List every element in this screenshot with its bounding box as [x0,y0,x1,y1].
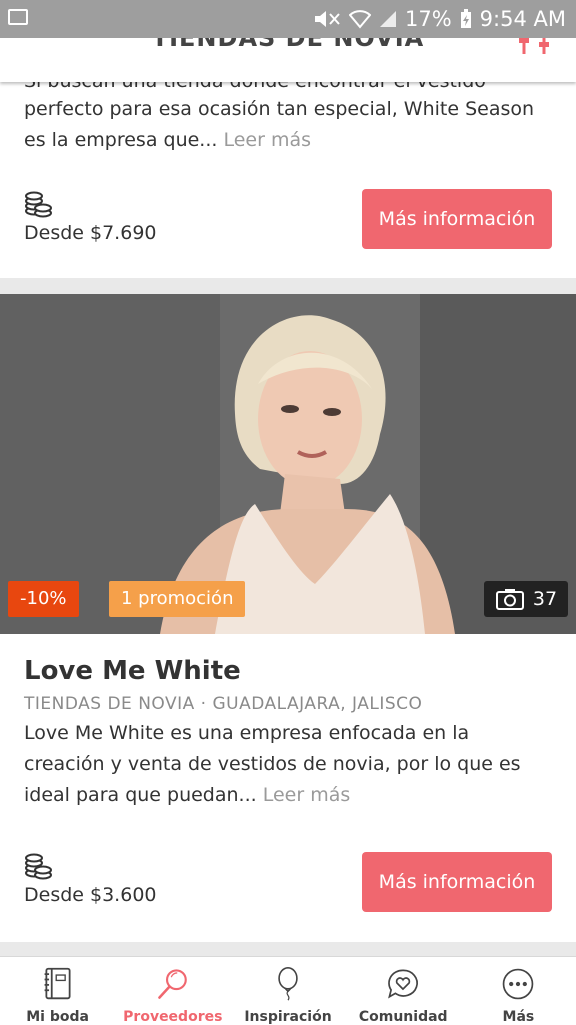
signal-icon [379,10,397,28]
nav-item-proveedores[interactable]: Proveedores [115,957,230,1025]
filter-icon[interactable] [516,38,556,60]
coins-icon [25,191,52,218]
camera-icon [495,589,524,610]
nav-item-mas[interactable]: Más [461,957,576,1025]
search-icon [157,969,187,999]
price-block: Desde $3.600 [24,852,157,906]
nav-label: Inspiración [244,1009,332,1025]
page-title: TIENDAS DE NOVIA [151,38,425,52]
more-icon [503,968,534,1000]
bottom-nav: Mi boda Proveedores Inspiración Comunida… [0,956,576,1025]
nav-label: Proveedores [123,1009,223,1025]
price-label: Desde $3.600 [24,884,157,906]
vendor-category-location: TIENDAS DE NOVIA · GUADALAJARA, JALISCO [24,694,423,714]
promotion-badge[interactable]: 1 promoción [109,581,246,617]
price-label: Desde $7.690 [24,222,157,244]
read-more-link[interactable]: Leer más [223,129,311,151]
vendor-description: perfecto para esa ocasión tan especial, … [0,94,576,156]
read-more-link[interactable]: Leer más [263,784,351,806]
more-info-button[interactable]: Más información [362,852,552,912]
mute-icon [313,9,341,29]
vendor-description: Love Me White es una empresa enfocada en… [0,718,576,811]
nav-item-inspiracion[interactable]: Inspiración [230,957,345,1025]
card-divider [0,278,576,294]
vendor-card[interactable]: Love Me White TIENDAS DE NOVIA · GUADALA… [0,634,576,942]
wifi-icon [348,9,371,29]
status-bar: 17% 9:54 AM [0,0,576,38]
balloon-icon [278,967,298,1001]
gallery-icon [8,9,28,25]
coins-icon [25,853,52,880]
nav-label: Mi boda [26,1009,89,1025]
vendor-photo[interactable]: -10% 1 promoción 37 [0,294,576,634]
price-block: Desde $7.690 [24,190,157,244]
app-header: TIENDAS DE NOVIA [0,38,576,82]
vendor-list: Si buscan una tienda donde encontrar el … [0,70,576,942]
clock: 9:54 AM [479,7,566,31]
nav-item-comunidad[interactable]: Comunidad [346,957,461,1025]
vendor-name[interactable]: Love Me White [24,656,552,686]
vendor-card[interactable]: Si buscan una tienda donde encontrar el … [0,70,576,278]
battery-level: 17% [404,7,452,31]
photo-count[interactable]: 37 [484,581,568,617]
nav-label: Comunidad [358,1009,448,1025]
chat-heart-icon [388,969,419,999]
more-info-button[interactable]: Más información [362,189,552,249]
nav-label: Más [502,1009,535,1025]
discount-badge: -10% [8,581,79,617]
nav-item-mi-boda[interactable]: Mi boda [0,957,115,1025]
notebook-icon [44,967,71,1000]
battery-icon [460,9,472,29]
photo-count-value: 37 [532,588,558,610]
